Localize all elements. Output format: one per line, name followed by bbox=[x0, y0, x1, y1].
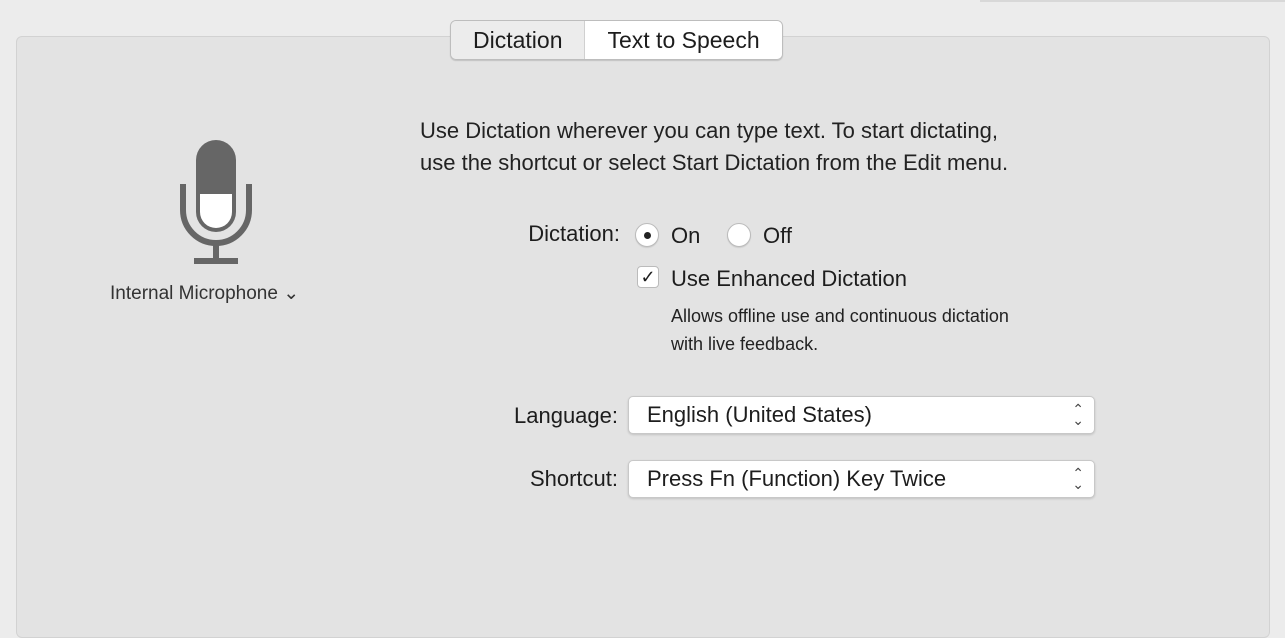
dictation-label: Dictation: bbox=[528, 221, 620, 246]
shortcut-label: Shortcut: bbox=[529, 466, 618, 491]
microphone-icon bbox=[180, 140, 252, 264]
dictation-description: Use Dictation wherever you can type text… bbox=[420, 118, 1009, 175]
dictation-off-label[interactable]: Off bbox=[763, 223, 792, 249]
language-value: English (United States) bbox=[647, 402, 872, 427]
enhanced-dictation-label[interactable]: Use Enhanced Dictation bbox=[671, 266, 907, 292]
window-edge bbox=[980, 0, 1285, 2]
microphone-source-label: Internal Microphone bbox=[110, 283, 278, 304]
shortcut-select[interactable]: Press Fn (Function) Key Twice ⌃ ⌄ bbox=[628, 460, 1095, 498]
dictation-on-radio[interactable] bbox=[635, 223, 659, 247]
microphone-source-select[interactable]: Internal Microphone ⌄ bbox=[110, 282, 299, 305]
dictation-on-label[interactable]: On bbox=[671, 223, 700, 249]
up-down-arrows-icon: ⌃ ⌄ bbox=[1072, 465, 1084, 492]
tab-text-to-speech[interactable]: Text to Speech bbox=[584, 21, 782, 59]
tab-bar: Dictation Text to Speech bbox=[450, 20, 783, 60]
tab-dictation[interactable]: Dictation bbox=[451, 21, 585, 59]
chevron-down-icon: ⌄ bbox=[283, 283, 300, 304]
enhanced-dictation-checkbox[interactable]: ✓ bbox=[637, 266, 659, 288]
language-label: Language: bbox=[514, 403, 618, 428]
language-select[interactable]: English (United States) ⌃ ⌄ bbox=[628, 396, 1095, 434]
enhanced-dictation-help: Allows offline use and continuous dictat… bbox=[671, 306, 1009, 354]
dictation-off-radio[interactable] bbox=[727, 223, 751, 247]
shortcut-value: Press Fn (Function) Key Twice bbox=[647, 466, 947, 491]
up-down-arrows-icon: ⌃ ⌄ bbox=[1072, 401, 1084, 428]
